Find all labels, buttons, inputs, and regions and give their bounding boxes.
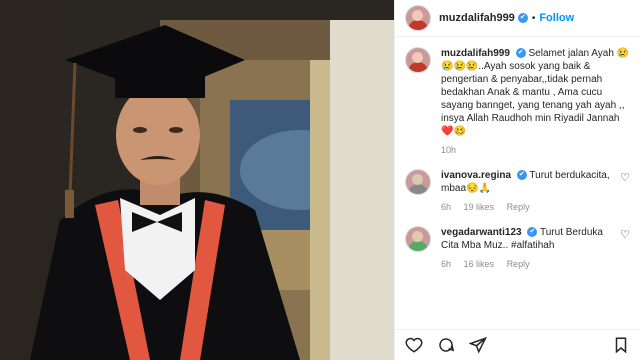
comment-icon[interactable] bbox=[437, 336, 455, 354]
comment-likes[interactable]: 16 likes bbox=[464, 259, 495, 269]
caption-username[interactable]: muzdalifah999 bbox=[441, 48, 510, 59]
heart-icon[interactable]: ♡ bbox=[620, 171, 630, 214]
action-bar bbox=[395, 329, 640, 360]
comment-item: vegadarwanti123 ✔ Turut Berduka Cita Mba… bbox=[405, 226, 630, 271]
portrait-photo bbox=[0, 0, 394, 360]
comment-item: ivanova.regina ✔ Turut berdukacita, mbaa… bbox=[405, 169, 630, 214]
comment-meta: 6h 16 likes Reply bbox=[441, 258, 614, 271]
heart-icon[interactable] bbox=[405, 336, 423, 354]
comment-time[interactable]: 6h bbox=[441, 259, 451, 269]
share-icon[interactable] bbox=[469, 336, 487, 354]
caption-text: Selamet jalan Ayah 😢😢😢😢..Ayah sosok yang… bbox=[441, 48, 630, 137]
post-header: muzdalifah999 ✔ • Follow bbox=[395, 0, 640, 37]
reply-button[interactable]: Reply bbox=[507, 202, 530, 212]
verified-icon: ✔ bbox=[515, 48, 526, 59]
commenter-username[interactable]: vegadarwanti123 bbox=[441, 227, 522, 238]
follow-button[interactable]: Follow bbox=[539, 12, 574, 24]
separator-dot: • bbox=[531, 12, 536, 24]
author-username[interactable]: muzdalifah999 bbox=[439, 12, 515, 24]
verified-icon: ✔ bbox=[517, 13, 528, 23]
comment-time[interactable]: 6h bbox=[441, 202, 451, 212]
caption-time[interactable]: 10h bbox=[441, 145, 456, 155]
instagram-post: muzdalifah999 ✔ • Follow muzdalifah999 ✔… bbox=[0, 0, 640, 360]
post-image[interactable] bbox=[0, 0, 394, 360]
post-sidebar: muzdalifah999 ✔ • Follow muzdalifah999 ✔… bbox=[394, 0, 640, 360]
heart-icon[interactable]: ♡ bbox=[620, 228, 630, 271]
verified-icon: ✔ bbox=[516, 170, 527, 181]
author-avatar[interactable] bbox=[405, 5, 431, 31]
reply-button[interactable]: Reply bbox=[507, 259, 530, 269]
commenter-avatar[interactable] bbox=[405, 169, 431, 195]
comment-likes[interactable]: 19 likes bbox=[464, 202, 495, 212]
bookmark-icon[interactable] bbox=[612, 336, 630, 354]
comment-meta: 6h 19 likes Reply bbox=[441, 201, 614, 214]
verified-icon: ✔ bbox=[527, 227, 538, 238]
commenter-username[interactable]: ivanova.regina bbox=[441, 170, 511, 181]
comments-section: muzdalifah999 ✔ Selamet jalan Ayah 😢😢😢😢.… bbox=[395, 37, 640, 329]
caption: muzdalifah999 ✔ Selamet jalan Ayah 😢😢😢😢.… bbox=[405, 47, 630, 157]
caption-avatar[interactable] bbox=[405, 47, 431, 73]
caption-meta: 10h bbox=[441, 144, 630, 157]
commenter-avatar[interactable] bbox=[405, 226, 431, 252]
